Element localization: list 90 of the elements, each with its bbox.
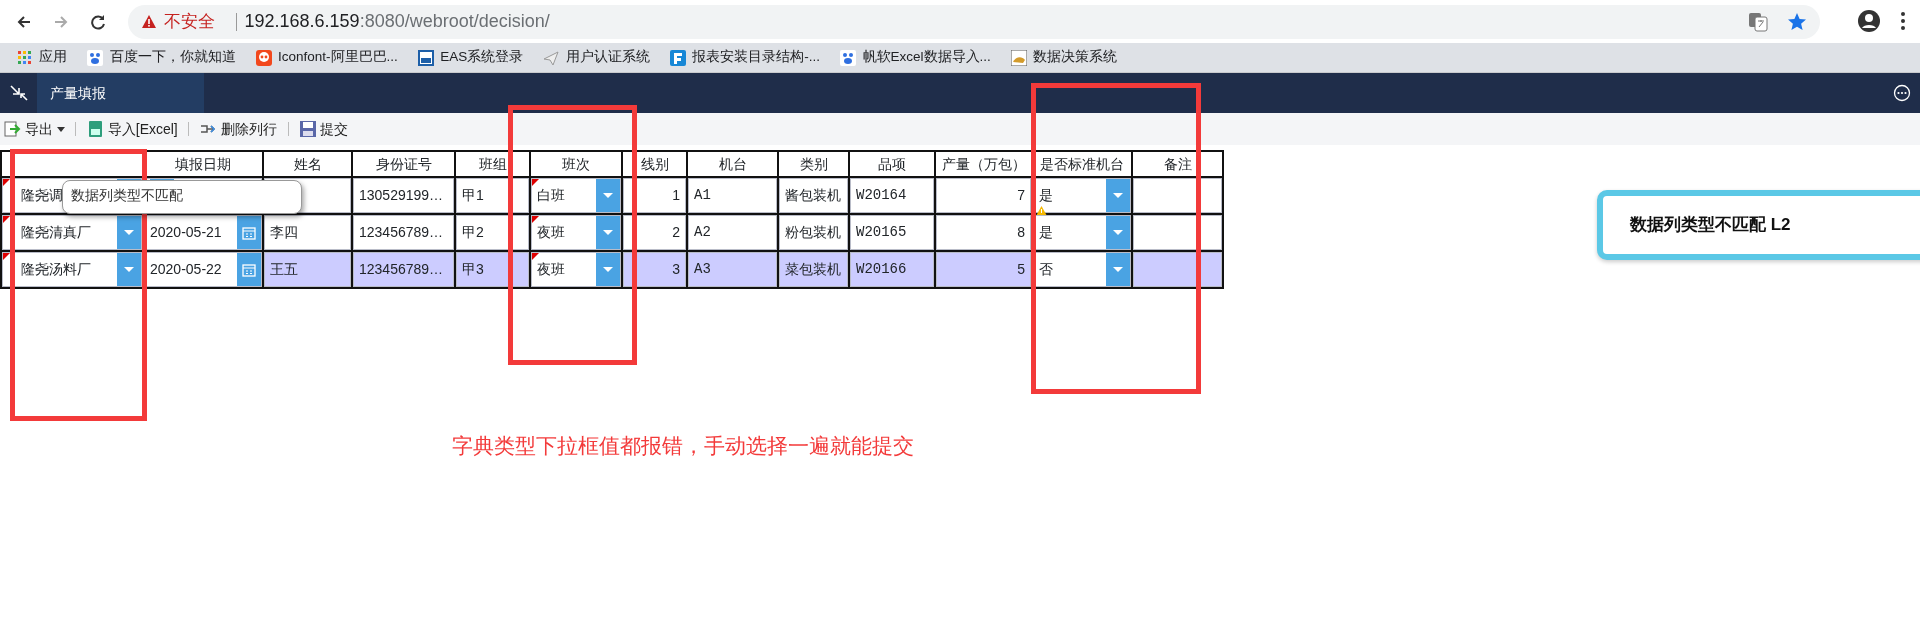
date-field[interactable]: 2020-05-21	[144, 215, 262, 250]
star-icon[interactable]	[1787, 11, 1807, 32]
table-cell: W20166	[850, 252, 934, 287]
paw-icon	[87, 49, 103, 66]
dropdown-field[interactable]: 是	[1033, 215, 1131, 250]
save-icon	[299, 120, 317, 138]
export-icon	[4, 120, 22, 138]
dropdown-arrow-icon[interactable]	[123, 266, 135, 273]
table-cell: 王五	[264, 252, 351, 287]
dropdown-field[interactable]: 夜班	[531, 215, 621, 250]
toolbar-button[interactable]: 删除列行	[195, 118, 281, 140]
column-header: 品项	[849, 151, 935, 177]
toolbar-button[interactable]: 导入[Excel]	[82, 118, 182, 140]
bookmark[interactable]: 帆软Excel数据导入...	[830, 47, 1001, 68]
security-label: 不安全	[163, 10, 215, 33]
table-cell: 2	[623, 215, 686, 250]
table-cell: 甲1	[456, 178, 529, 213]
menu-icon[interactable]	[1900, 11, 1906, 31]
column-header: 产量（万包）	[935, 151, 1032, 177]
spreadsheet-icon	[86, 120, 105, 138]
table-cell: 1	[623, 178, 686, 213]
bookmark[interactable]: EAS系统登录	[407, 47, 534, 68]
table-cell: 酱包装机	[779, 178, 848, 213]
table-cell: 123456789…	[353, 252, 454, 287]
url-host: 192.168.6.159	[244, 10, 360, 33]
bookmark[interactable]: Iconfont-阿里巴巴...	[245, 47, 408, 68]
dropdown-arrow-icon[interactable]	[1112, 192, 1124, 199]
url-path: :8080/webroot/decision/	[359, 10, 550, 33]
dropdown-field[interactable]: 白班	[531, 178, 621, 213]
tab[interactable]: 产量填报	[37, 73, 204, 113]
column-header: 身份证号	[352, 151, 455, 177]
paw-icon	[840, 49, 857, 66]
more-icon[interactable]	[1893, 84, 1911, 102]
calendar-icon[interactable]	[242, 225, 256, 240]
toolbar-button[interactable]: 导出	[0, 118, 69, 140]
dropdown-arrow-icon[interactable]	[1112, 229, 1124, 236]
eas-logo-icon	[417, 49, 434, 66]
dropdown-arrow-icon[interactable]	[602, 229, 614, 236]
skull-icon	[255, 49, 272, 66]
table-cell: 甲2	[456, 215, 529, 250]
table-cell: 130529199…	[353, 178, 454, 213]
table-cell: 李四	[264, 215, 351, 250]
f-logo-icon	[669, 49, 686, 66]
column-header: 类别	[778, 151, 849, 177]
dropdown-arrow-icon[interactable]	[123, 229, 135, 236]
date-field[interactable]: 2020-05-22	[144, 252, 262, 287]
column-header: 班组	[455, 151, 530, 177]
warning-icon	[141, 14, 157, 29]
table-cell: 甲3	[456, 252, 529, 287]
account-icon[interactable]	[1856, 9, 1881, 33]
bookmark[interactable]: 应用	[6, 47, 77, 68]
annotation-text: 字典类型下拉框值都报错，手动选择一遍就能提交	[452, 433, 914, 459]
bookmark[interactable]: 报表安装目录结构-...	[659, 47, 831, 68]
column-header: 线别	[622, 151, 687, 177]
table-cell: A3	[688, 252, 777, 287]
table-cell: 7	[936, 178, 1031, 213]
dropdown-field[interactable]: 否	[1033, 252, 1131, 287]
dropdown-arrow-icon[interactable]	[602, 266, 614, 273]
column-header: 机台	[687, 151, 778, 177]
table-cell: 123456789…	[353, 215, 454, 250]
table-cell: W20165	[850, 215, 934, 250]
bookmark[interactable]: 用户认证系统	[533, 47, 660, 68]
bookmark[interactable]: 百度一下，你就知道	[77, 47, 246, 68]
dropdown-arrow-icon[interactable]	[602, 192, 614, 199]
table-cell: 菜包装机	[779, 252, 848, 287]
table-cell: 8	[936, 215, 1031, 250]
dropdown-field[interactable]: 隆尧清真厂	[2, 215, 142, 250]
table-cell: W20164	[850, 178, 934, 213]
dropdown-field[interactable]: 隆尧汤料厂	[2, 252, 142, 287]
calendar-icon[interactable]	[242, 262, 256, 277]
tooltip: 数据列类型不匹配	[62, 180, 302, 214]
caret-icon	[56, 126, 65, 132]
dropdown-arrow-icon[interactable]	[1112, 266, 1124, 273]
toolbar-button[interactable]: 提交	[295, 118, 353, 140]
table-cell: 粉包装机	[779, 215, 848, 250]
notice-text: 数据列类型不匹配 L2	[1630, 214, 1791, 237]
dropdown-field[interactable]: 是	[1033, 178, 1131, 213]
address-bar[interactable]: 不安全 192.168.6.159:8080/webroot/decision/	[128, 4, 1820, 39]
column-header: 备注	[1132, 151, 1223, 177]
translate-icon[interactable]	[1747, 11, 1768, 32]
table-cell: A1	[688, 178, 777, 213]
dropdown-field[interactable]: 夜班	[531, 252, 621, 287]
bookmark[interactable]: 数据决策系统	[1000, 47, 1128, 68]
paper-plane-icon	[543, 49, 560, 66]
column-header: 姓名	[263, 151, 352, 177]
cat-icon	[1010, 49, 1027, 66]
table-cell: 3	[623, 252, 686, 287]
table-cell: 5	[936, 252, 1031, 287]
table-cell: A2	[688, 215, 777, 250]
apps-grid-icon	[16, 49, 33, 66]
